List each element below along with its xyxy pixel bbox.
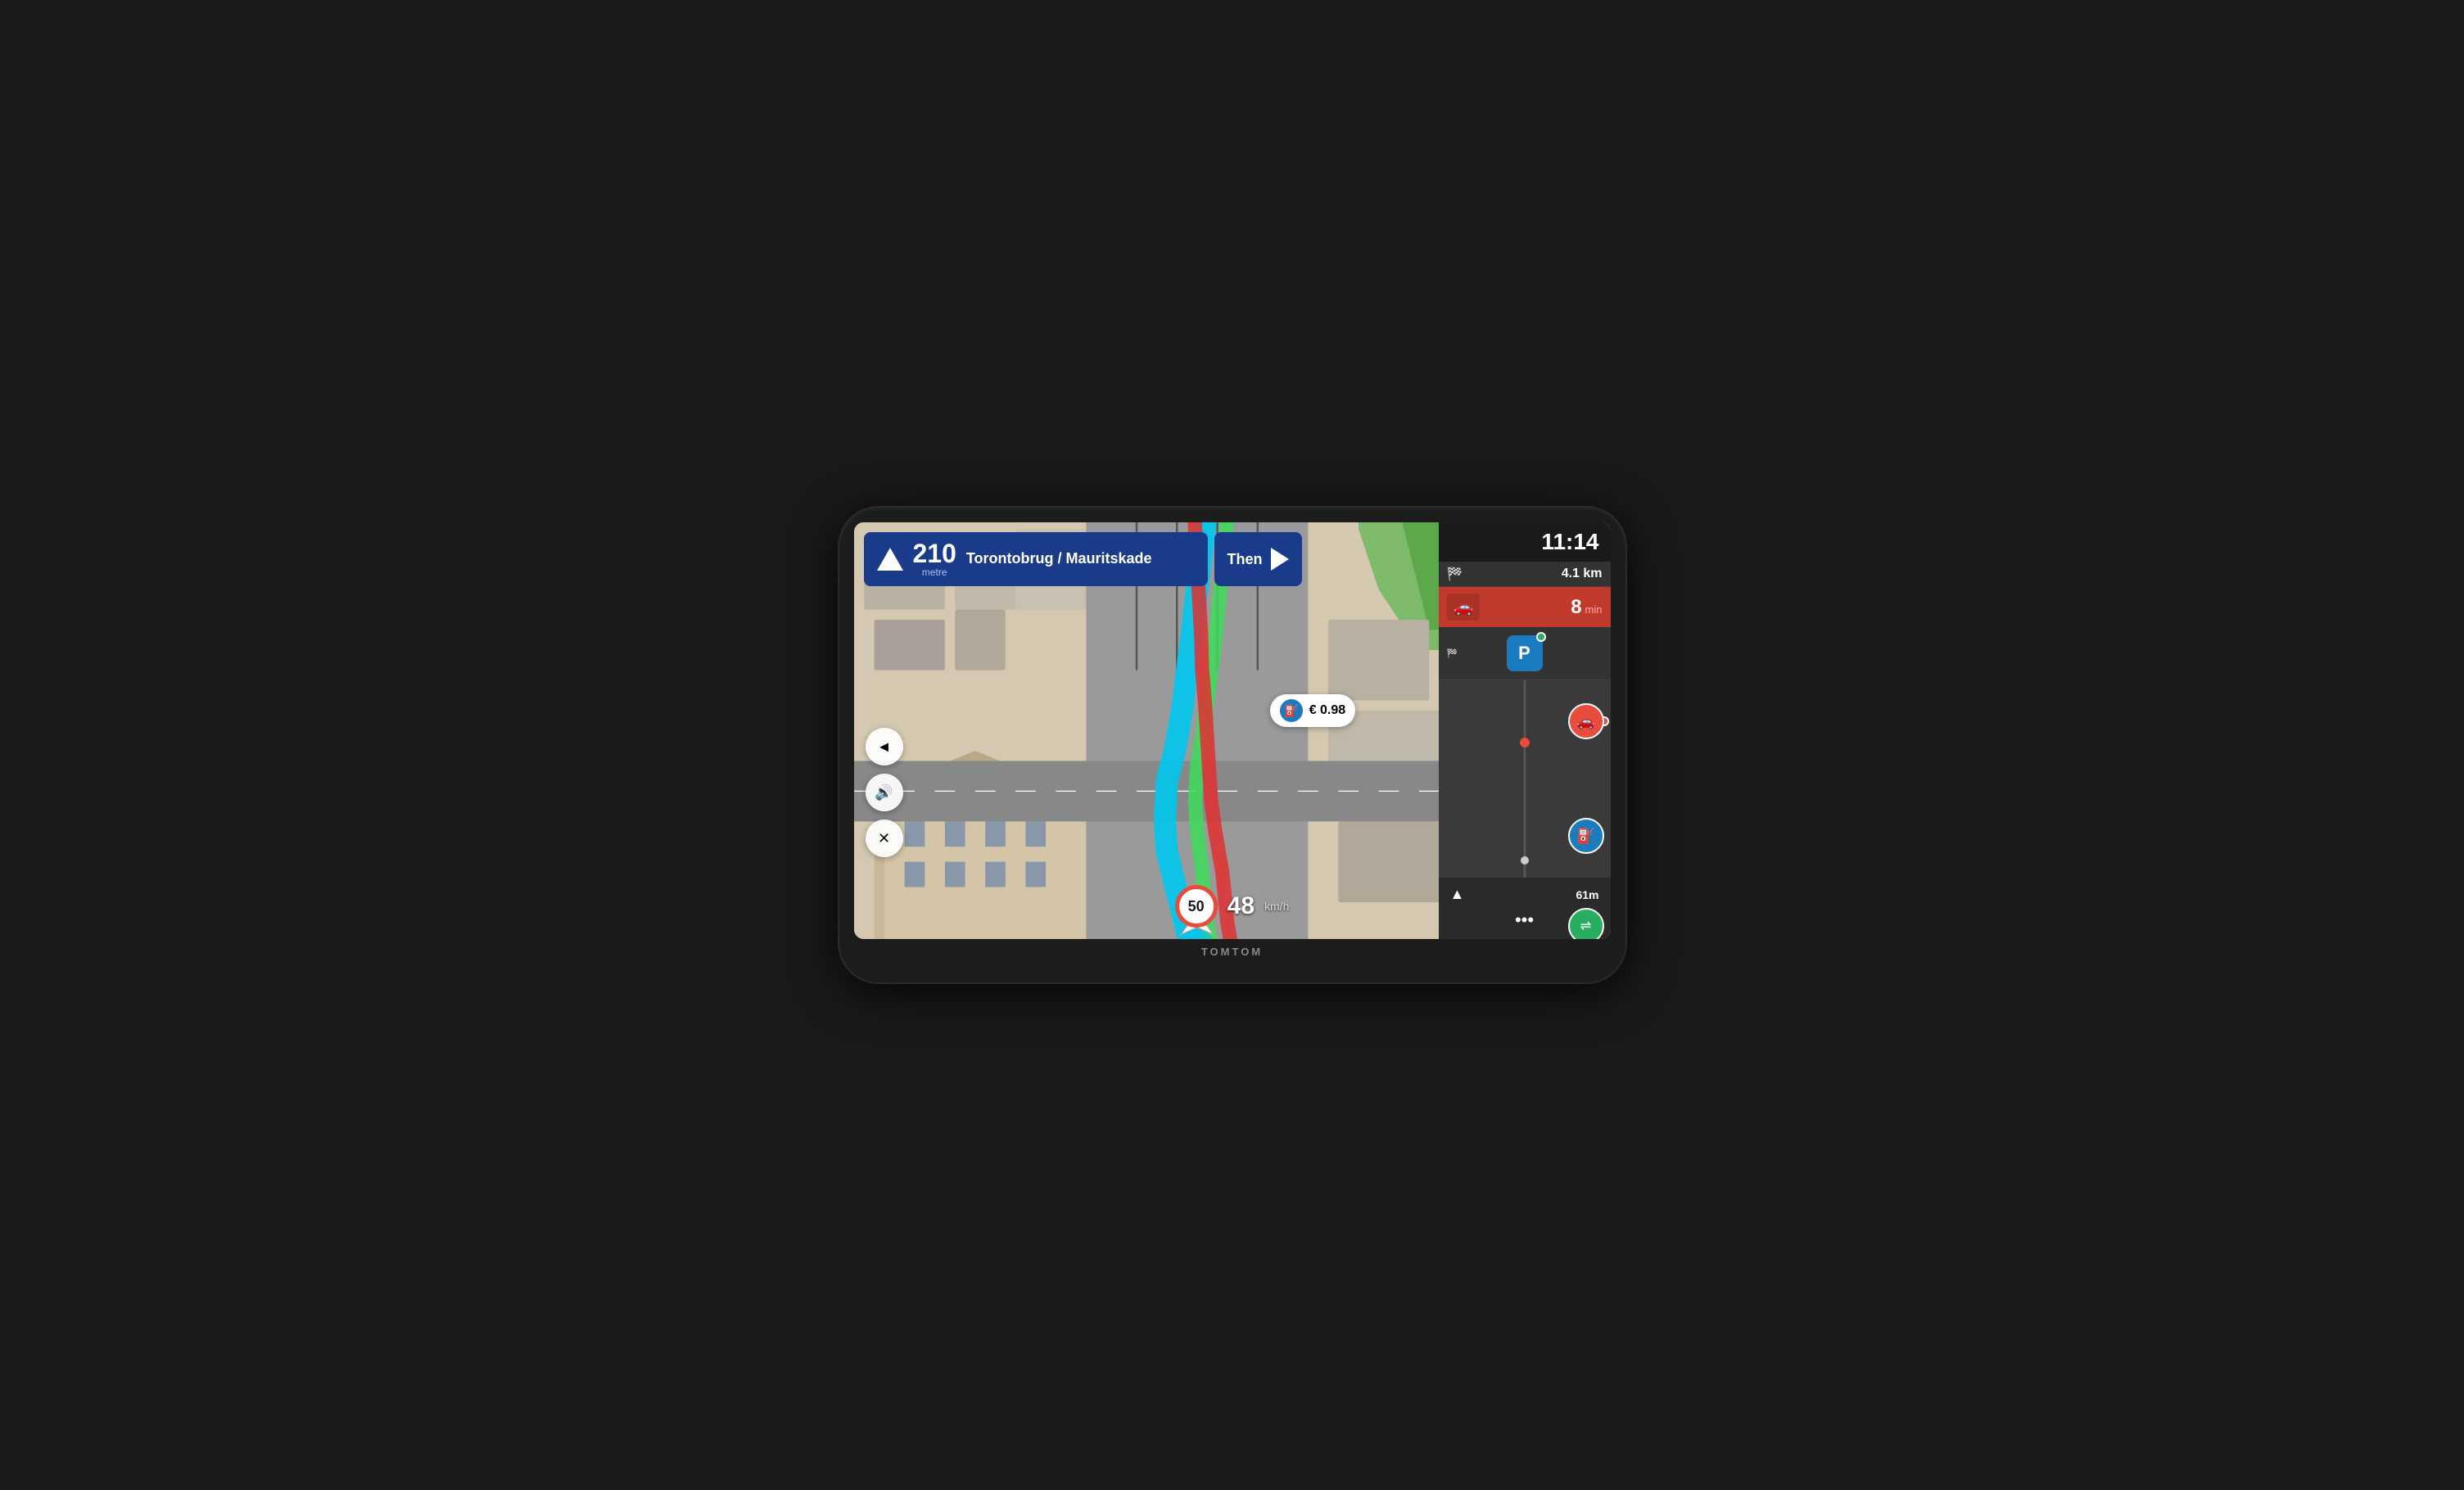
left-controls: ◄ 🔊 ✕	[866, 728, 903, 857]
volume-icon: 🔊	[875, 784, 893, 801]
compass-icon: ◄	[877, 738, 892, 756]
main-instruction: 210 metre Torontobrug / Mauritskade	[864, 532, 1208, 586]
route-dot-red	[1520, 738, 1530, 747]
traffic-car-icon: 🚗	[1568, 703, 1604, 739]
nav-distance: 61m	[1576, 888, 1598, 901]
speed-limit-value: 50	[1188, 898, 1205, 915]
right-sidebar: 11:14 🏁 4.1 km 🚗 8 min P	[1439, 522, 1611, 939]
route-dot-white	[1521, 856, 1529, 865]
route-split-icon: ⇌	[1568, 908, 1604, 939]
gas-price-bubble: ⛽ € 0.98	[1270, 694, 1355, 727]
speed-limit-sign: 50	[1175, 885, 1218, 928]
gas-price: € 0.98	[1309, 703, 1345, 718]
direction-arrow-right	[1271, 548, 1289, 571]
traffic-time: 8	[1571, 596, 1581, 619]
then-instruction: Then	[1214, 532, 1302, 586]
street-name: Torontobrug / Mauritskade	[966, 549, 1152, 568]
gas-station-icon: ⛽	[1280, 699, 1303, 722]
direction-arrow-up	[877, 548, 903, 571]
route-line	[1523, 680, 1526, 878]
then-label: Then	[1227, 551, 1263, 568]
route-strip: 🚗 ⛽ ⇌	[1439, 680, 1611, 878]
close-icon: ✕	[878, 830, 890, 847]
finish-flag-icon: 🏁	[1447, 648, 1458, 659]
current-speed: 48	[1227, 892, 1255, 920]
distance-block: 210 metre	[913, 540, 956, 578]
distance-number: 210	[913, 540, 956, 567]
close-button[interactable]: ✕	[866, 820, 903, 857]
finish-icon: 🏁	[1447, 566, 1463, 582]
eta-distance-row: 🏁 4.1 km	[1439, 562, 1611, 587]
time-display: 11:14	[1439, 522, 1611, 562]
device-screen: ⛽ € 0.98 210 metre Torontobrug / Maurits…	[854, 522, 1611, 939]
traffic-icon: 🚗	[1447, 594, 1481, 621]
traffic-row: 🚗 8 min	[1439, 587, 1611, 627]
eta-distance-value: 4.1 km	[1562, 567, 1603, 581]
parking-icon: P	[1507, 635, 1543, 671]
brand-label: TOMTOM	[1201, 946, 1263, 958]
traffic-unit: min	[1585, 603, 1603, 616]
time: 11:14	[1541, 529, 1598, 554]
nav-arrow-row: ▲ 61m	[1444, 883, 1606, 906]
gps-device: ⛽ € 0.98 210 metre Torontobrug / Maurits…	[839, 508, 1625, 982]
speed-indicator: 50 48 km/h	[1175, 885, 1290, 928]
compass-button[interactable]: ◄	[866, 728, 903, 765]
nav-instruction-bar: 210 metre Torontobrug / Mauritskade Then	[864, 532, 1431, 586]
nav-arrow-icon: ▲	[1450, 886, 1465, 903]
volume-button[interactable]: 🔊	[866, 774, 903, 811]
speed-unit: km/h	[1264, 900, 1289, 913]
gas-station-poi-icon: ⛽	[1568, 818, 1604, 854]
parking-available-dot	[1536, 632, 1546, 642]
distance-unit: metre	[922, 567, 947, 578]
